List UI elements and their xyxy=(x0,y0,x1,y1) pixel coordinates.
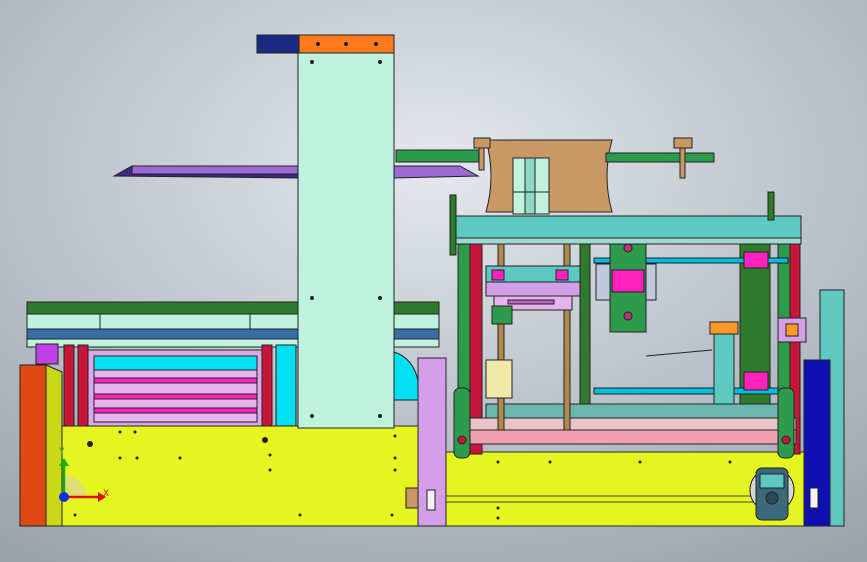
gear-motor xyxy=(749,467,795,521)
side-actuator xyxy=(609,243,647,333)
right-side-plate xyxy=(803,359,831,527)
left-hopper xyxy=(87,349,263,427)
z-axis-dot xyxy=(59,492,69,502)
x-axis-label: X xyxy=(103,489,109,499)
cad-viewport[interactable]: X Y xyxy=(0,0,867,562)
y-axis-label: Y xyxy=(58,447,65,457)
left-end-plate xyxy=(19,364,63,527)
